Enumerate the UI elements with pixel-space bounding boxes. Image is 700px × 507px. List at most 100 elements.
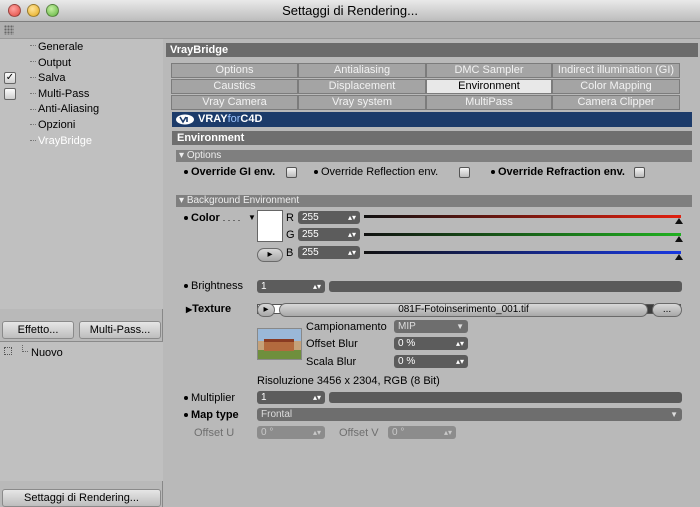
up-down-stepper-icon[interactable]: ▴▾ [456, 355, 464, 368]
expand-icon[interactable] [4, 347, 12, 355]
tab-dmc-sampler[interactable]: DMC Sampler [426, 63, 552, 78]
tab-options[interactable]: Options [171, 63, 298, 78]
offset-blur-field[interactable]: 0 % ▴▾ [394, 337, 468, 350]
up-down-stepper-icon[interactable]: ▴▾ [313, 280, 321, 293]
campionamento-label: Campionamento [306, 321, 387, 333]
brightness-slider[interactable] [329, 281, 682, 292]
color-preview-swatch[interactable] [257, 210, 283, 242]
nav-item-anti-aliasing[interactable]: Anti-Aliasing [38, 102, 99, 117]
map-type-label: Map type [184, 409, 239, 422]
bullet-icon [184, 413, 188, 418]
g-value-field[interactable]: 255 ▴▾ [298, 228, 360, 241]
tree-connector [30, 61, 36, 62]
multipass-button[interactable]: Multi-Pass... [79, 321, 161, 339]
override-gi-text: Override GI env. [191, 166, 276, 178]
texture-label: ▶Texture [186, 303, 231, 316]
override-reflection-text: Override Reflection env. [321, 166, 439, 178]
offset-u-field[interactable]: 0 ° ▴▾ [257, 426, 325, 439]
nav-item-generale[interactable]: Generale [38, 40, 83, 55]
effetto-button[interactable]: Effetto... [2, 321, 74, 339]
g-slider[interactable] [364, 233, 681, 236]
override-reflection-checkbox[interactable] [459, 167, 470, 178]
override-refraction-label: Override Refraction env. [491, 166, 625, 179]
tab-vray-system[interactable]: Vray system [298, 95, 426, 110]
tab-color-mapping[interactable]: Color Mapping [552, 79, 680, 94]
drag-grip-icon[interactable] [4, 25, 14, 35]
background-environment-subheader[interactable]: ▾ Background Environment [176, 195, 692, 207]
tab-displacement[interactable]: Displacement [298, 79, 426, 94]
banner-logo-text: VRAYforC4D [198, 113, 262, 126]
preset-item-nuovo[interactable]: Nuovo [31, 347, 63, 359]
r-value-field[interactable]: 255 ▴▾ [298, 211, 360, 224]
tab-indirect-illumination[interactable]: Indirect illumination (GI) [552, 63, 680, 78]
up-down-stepper-icon[interactable]: ▴▾ [348, 246, 356, 259]
r-slider-knob[interactable] [675, 218, 683, 224]
tab-caustics[interactable]: Caustics [171, 79, 298, 94]
render-settings-button[interactable]: Settaggi di Rendering... [2, 489, 161, 507]
offset-v-field[interactable]: 0 ° ▴▾ [388, 426, 456, 439]
brightness-field[interactable]: 1 ▴▾ [257, 280, 325, 293]
r-label: R [286, 212, 294, 224]
g-slider-knob[interactable] [675, 236, 683, 242]
tab-antialiasing[interactable]: Antialiasing [298, 63, 426, 78]
thumbnail-house-shape [264, 339, 294, 351]
window-title: Settaggi di Rendering... [282, 3, 418, 18]
nav-item-salva[interactable]: Salva [38, 71, 66, 86]
campionamento-select[interactable]: MIP ▼ [394, 320, 468, 333]
texture-file-button[interactable]: 081F-Fotoinserimento_001.tif [279, 303, 648, 317]
up-down-stepper-icon[interactable]: ▴▾ [348, 211, 356, 224]
tree-connector [30, 109, 36, 110]
up-down-stepper-icon[interactable]: ▴▾ [313, 391, 321, 404]
b-slider-knob[interactable] [675, 254, 683, 260]
bullet-icon [491, 170, 495, 175]
multiplier-field[interactable]: 1 ▴▾ [257, 391, 325, 404]
nav-item-multipass[interactable]: Multi-Pass [38, 87, 89, 102]
r-slider[interactable] [364, 215, 681, 218]
options-subheader-label: Options [186, 150, 222, 161]
tree-connector [30, 93, 36, 94]
texture-browse-button[interactable]: ... [652, 303, 682, 317]
texture-resolution-text: Risoluzione 3456 x 2304, RGB (8 Bit) [257, 375, 440, 387]
up-down-stepper-icon[interactable]: ▴▾ [444, 426, 452, 439]
tab-environment[interactable]: Environment [426, 79, 552, 94]
offset-u-label: Offset U [194, 427, 235, 439]
multiplier-slider[interactable] [329, 392, 682, 403]
bullet-icon [184, 216, 188, 221]
brightness-label: Brightness [184, 280, 243, 293]
nav-item-opzioni[interactable]: Opzioni [38, 118, 75, 133]
close-window-button[interactable] [8, 4, 21, 17]
minimize-window-button[interactable] [27, 4, 40, 17]
map-type-value: Frontal [261, 409, 293, 420]
scala-blur-field[interactable]: 0 % ▴▾ [394, 355, 468, 368]
b-value-field[interactable]: 255 ▴▾ [298, 246, 360, 259]
color-picker-button[interactable]: ▸ [257, 248, 283, 262]
up-down-stepper-icon[interactable]: ▴▾ [456, 337, 464, 350]
salva-checkbox[interactable]: ✓ [4, 72, 16, 84]
multipass-checkbox[interactable] [4, 88, 16, 100]
nav-item-vraybridge[interactable]: VrayBridge [38, 134, 92, 149]
main-panel: VrayBridge Options Antialiasing DMC Samp… [164, 39, 700, 507]
tree-connector [30, 77, 36, 78]
tab-camera-clipper[interactable]: Camera Clipper [552, 95, 680, 110]
map-type-select[interactable]: Frontal ▼ [257, 408, 682, 421]
up-down-stepper-icon[interactable]: ▴▾ [348, 228, 356, 241]
g-value: 255 [302, 229, 319, 240]
logo-c4d: C4D [240, 113, 263, 125]
override-refraction-checkbox[interactable] [634, 167, 645, 178]
options-subheader[interactable]: ▾ Options [176, 150, 692, 162]
color-label-text: Color [191, 212, 220, 224]
override-gi-label: Override GI env. [184, 166, 275, 179]
tab-multipass[interactable]: MultiPass [426, 95, 552, 110]
tab-vray-camera[interactable]: Vray Camera [171, 95, 298, 110]
nav-item-output[interactable]: Output [38, 56, 71, 71]
color-dropdown-arrow-icon[interactable]: ▼ [248, 211, 256, 224]
texture-menu-button[interactable]: ▸ [257, 303, 275, 317]
offset-u-value: 0 ° [261, 427, 274, 438]
zoom-window-button[interactable] [46, 4, 59, 17]
tree-connector [30, 124, 36, 125]
chevron-down-icon: ▼ [456, 322, 464, 331]
up-down-stepper-icon[interactable]: ▴▾ [313, 426, 321, 439]
override-gi-checkbox[interactable] [286, 167, 297, 178]
bullet-icon [314, 170, 318, 175]
b-slider[interactable] [364, 251, 681, 254]
